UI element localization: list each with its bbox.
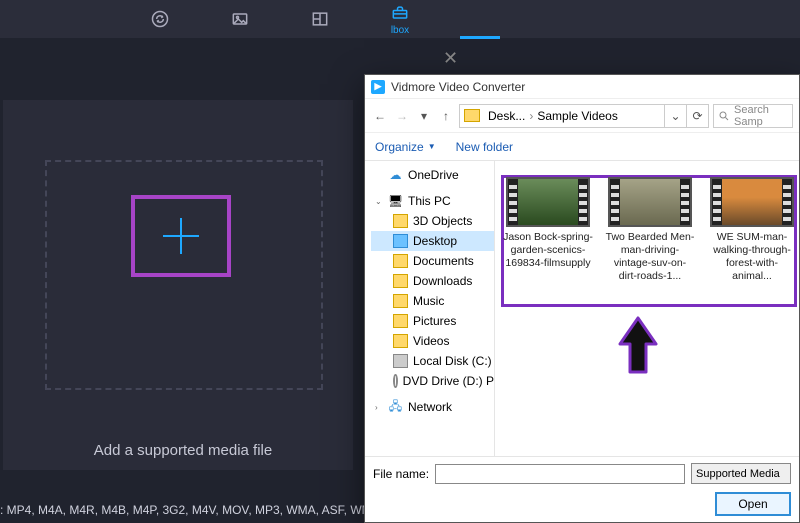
tree-label: Documents [413, 254, 474, 268]
crumb-sample-videos[interactable]: Sample Videos [533, 109, 622, 123]
file-name: Two Bearded Men-man-driving-vintage-suv-… [605, 231, 695, 284]
new-folder-button[interactable]: New folder [456, 140, 513, 154]
add-file-plus[interactable] [131, 195, 231, 277]
dialog-titlebar: ▶ Vidmore Video Converter [365, 75, 799, 99]
chevron-down-icon: ▼ [428, 142, 436, 151]
drop-area[interactable]: Add a supported media file [3, 100, 353, 470]
cloud-icon: ☁ [388, 168, 403, 182]
callout-arrow-icon [616, 316, 660, 376]
folder-icon [393, 314, 408, 328]
files-pane[interactable]: Jason Bock-spring-garden-scenics-169834-… [495, 161, 799, 456]
organize-label: Organize [375, 140, 424, 154]
tree-label: Videos [413, 334, 449, 348]
desktop-icon [393, 234, 408, 248]
folder-icon [393, 254, 408, 268]
video-thumbnail [608, 177, 692, 227]
tree-videos[interactable]: Videos [371, 331, 494, 351]
tree-label: Local Disk (C:) [413, 354, 492, 368]
folder-icon [393, 214, 408, 228]
file-open-dialog: ▶ Vidmore Video Converter ← → ▾ ↑ Desk..… [364, 74, 800, 523]
nav-dropdown-icon[interactable]: ▾ [415, 107, 433, 125]
tree-label: Music [413, 294, 444, 308]
tree-label: Network [408, 400, 452, 414]
nav-forward-icon: → [393, 107, 411, 125]
tree-label: OneDrive [408, 168, 459, 182]
file-name-row: File name: Supported Media [373, 463, 791, 484]
nav-tab-toolbox[interactable]: lbox [390, 3, 410, 36]
tree-music[interactable]: Music [371, 291, 494, 311]
active-tab-underline [460, 36, 500, 39]
folder-icon [464, 109, 480, 122]
tree-label: 3D Objects [413, 214, 472, 228]
tree-3d-objects[interactable]: 3D Objects [371, 211, 494, 231]
video-file-item[interactable]: WE SUM-man-walking-through-forest-with-a… [707, 177, 797, 284]
tree-this-pc[interactable]: ⌄🖥This PC [371, 191, 494, 211]
nav-tab-convert[interactable] [150, 9, 170, 29]
tree-label: Downloads [413, 274, 472, 288]
dialog-nav-row: ← → ▾ ↑ Desk... › Sample Videos ⌄ ⟳ Sear… [365, 99, 799, 133]
folder-icon [393, 274, 408, 288]
file-name: Jason Bock-spring-garden-scenics-169834-… [503, 231, 593, 270]
crumb-desktop[interactable]: Desk... [484, 109, 529, 123]
nav-back-icon[interactable]: ← [371, 107, 389, 125]
files-grid: Jason Bock-spring-garden-scenics-169834-… [503, 177, 799, 284]
search-input[interactable]: Search Samp [713, 104, 793, 128]
image-icon [230, 9, 250, 29]
dialog-title: Vidmore Video Converter [391, 80, 525, 94]
nav-tab-collage[interactable] [310, 9, 330, 29]
disc-icon [393, 374, 398, 388]
address-bar[interactable]: Desk... › Sample Videos ⌄ ⟳ [459, 104, 709, 128]
video-file-item[interactable]: Jason Bock-spring-garden-scenics-169834-… [503, 177, 593, 284]
toolbox-icon [390, 3, 410, 23]
dialog-button-row: Open [373, 492, 791, 516]
disk-icon [393, 354, 408, 368]
layout-icon [310, 9, 330, 29]
tree-onedrive[interactable]: ☁ OneDrive [371, 165, 494, 185]
dialog-bottom-bar: File name: Supported Media Open [365, 456, 799, 522]
tree-local-disk-c[interactable]: Local Disk (C:) [371, 351, 494, 371]
search-placeholder: Search Samp [734, 104, 792, 128]
tree-desktop[interactable]: Desktop [371, 231, 494, 251]
search-icon [718, 110, 730, 122]
video-file-item[interactable]: Two Bearded Men-man-driving-vintage-suv-… [605, 177, 695, 284]
file-name-label: File name: [373, 467, 429, 481]
drop-area-label: Add a supported media file [3, 442, 363, 459]
folder-icon [393, 334, 408, 348]
file-name-input[interactable] [435, 464, 685, 484]
video-thumbnail [710, 177, 794, 227]
tree-label: This PC [408, 194, 451, 208]
nav-tab-label: lbox [391, 25, 409, 36]
tree-downloads[interactable]: Downloads [371, 271, 494, 291]
dialog-body: ☁OneDrive ⌄🖥This PC 3D Objects Desktop D… [365, 161, 799, 456]
tree-dvd-drive-d[interactable]: DVD Drive (D:) P [371, 371, 494, 391]
addr-refresh-icon[interactable]: ⟳ [686, 105, 708, 127]
tree-label: DVD Drive (D:) P [403, 374, 494, 388]
close-icon[interactable]: ✕ [443, 48, 458, 69]
filter-label: Supported Media [696, 468, 780, 480]
addr-dropdown-icon[interactable]: ⌄ [664, 105, 686, 127]
tree-network[interactable]: ›🖧Network [371, 397, 494, 417]
open-button[interactable]: Open [715, 492, 791, 516]
network-icon: 🖧 [388, 400, 403, 414]
new-folder-label: New folder [456, 140, 513, 154]
nav-tab-media[interactable] [230, 9, 250, 29]
tree-label: Pictures [413, 314, 456, 328]
video-thumbnail [506, 177, 590, 227]
tree-documents[interactable]: Documents [371, 251, 494, 271]
file-name: WE SUM-man-walking-through-forest-with-a… [707, 231, 797, 284]
app-icon: ▶ [371, 80, 385, 94]
top-nav: lbox [0, 0, 800, 38]
dialog-toolbar: Organize ▼ New folder [365, 133, 799, 161]
folder-icon [393, 294, 408, 308]
organize-menu[interactable]: Organize ▼ [375, 140, 436, 154]
pc-icon: 🖥 [388, 194, 403, 208]
nav-up-icon[interactable]: ↑ [437, 107, 455, 125]
folder-tree: ☁OneDrive ⌄🖥This PC 3D Objects Desktop D… [365, 161, 495, 456]
file-type-filter[interactable]: Supported Media [691, 463, 791, 484]
tree-pictures[interactable]: Pictures [371, 311, 494, 331]
refresh-circle-icon [150, 9, 170, 29]
tree-label: Desktop [413, 234, 457, 248]
